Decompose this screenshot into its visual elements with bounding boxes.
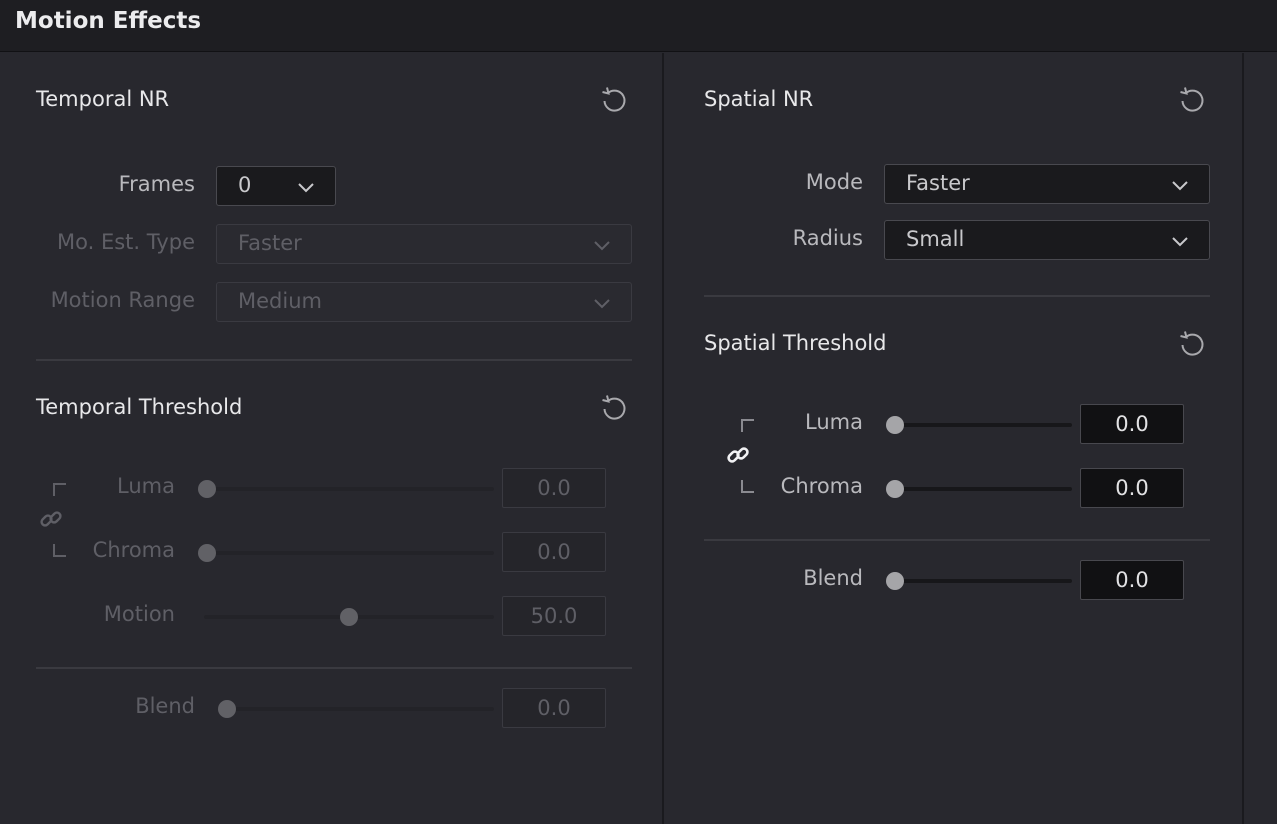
radius-label: Radius: [792, 226, 863, 250]
temporal-blend-knob[interactable]: [218, 700, 236, 718]
radius-value: Small: [906, 227, 965, 251]
temporal-chroma-label: Chroma: [92, 538, 175, 562]
motion-range-label: Motion Range: [50, 288, 195, 312]
temporal-blend-slider[interactable]: [224, 707, 494, 711]
spatial-chroma-knob[interactable]: [886, 480, 904, 498]
spatial-blend-knob[interactable]: [886, 572, 904, 590]
spatial-nr-reset-icon[interactable]: [1177, 85, 1207, 115]
frames-dropdown[interactable]: 0: [216, 166, 336, 206]
temporal-motion-knob[interactable]: [340, 608, 358, 626]
spatial-chroma-slider[interactable]: [892, 487, 1072, 491]
spatial-blend-value[interactable]: 0.0: [1080, 560, 1184, 600]
temporal-threshold-title: Temporal Threshold: [36, 395, 243, 419]
panel-header: Motion Effects: [0, 0, 1277, 52]
spatial-chroma-value[interactable]: 0.0: [1080, 468, 1184, 508]
temporal-chroma-value[interactable]: 0.0: [502, 532, 606, 572]
spatial-luma-slider[interactable]: [892, 423, 1072, 427]
link-icon[interactable]: [38, 506, 64, 532]
section-divider: [704, 539, 1210, 541]
spatial-luma-label: Luma: [805, 410, 863, 434]
temporal-motion-label: Motion: [103, 602, 175, 626]
chevron-down-icon: [594, 241, 610, 251]
temporal-nr-title: Temporal NR: [36, 87, 170, 111]
spatial-luma-value[interactable]: 0.0: [1080, 404, 1184, 444]
panel-title: Motion Effects: [15, 8, 202, 34]
motion-range-dropdown[interactable]: Medium: [216, 282, 632, 322]
column-divider-right: [1242, 53, 1244, 824]
spatial-blend-label: Blend: [803, 566, 863, 590]
spatial-luma-knob[interactable]: [886, 416, 904, 434]
spatial-nr-title: Spatial NR: [704, 87, 814, 111]
chevron-down-icon: [1172, 237, 1188, 247]
section-divider: [36, 667, 632, 669]
section-divider: [704, 295, 1210, 297]
mo-est-type-dropdown[interactable]: Faster: [216, 224, 632, 264]
temporal-chroma-slider[interactable]: [204, 551, 494, 555]
temporal-chroma-knob[interactable]: [198, 544, 216, 562]
temporal-threshold-reset-icon[interactable]: [599, 393, 629, 423]
frames-label: Frames: [118, 172, 195, 196]
spatial-threshold-title: Spatial Threshold: [704, 331, 887, 355]
spatial-chroma-label: Chroma: [780, 474, 863, 498]
radius-dropdown[interactable]: Small: [884, 220, 1210, 260]
temporal-nr-reset-icon[interactable]: [599, 85, 629, 115]
temporal-luma-knob[interactable]: [198, 480, 216, 498]
temporal-motion-value[interactable]: 50.0: [502, 596, 606, 636]
mo-est-type-value: Faster: [238, 231, 302, 255]
column-divider: [662, 53, 664, 824]
frames-value: 0: [238, 173, 252, 197]
chevron-down-icon: [298, 183, 314, 193]
mo-est-type-label: Mo. Est. Type: [57, 230, 195, 254]
mode-dropdown[interactable]: Faster: [884, 164, 1210, 204]
temporal-blend-value[interactable]: 0.0: [502, 688, 606, 728]
spatial-threshold-reset-icon[interactable]: [1177, 329, 1207, 359]
chevron-down-icon: [594, 299, 610, 309]
section-divider: [36, 359, 632, 361]
temporal-blend-label: Blend: [135, 694, 195, 718]
mode-value: Faster: [906, 171, 970, 195]
link-icon[interactable]: [725, 442, 751, 468]
temporal-luma-value[interactable]: 0.0: [502, 468, 606, 508]
spatial-blend-slider[interactable]: [892, 579, 1072, 583]
chevron-down-icon: [1172, 181, 1188, 191]
temporal-luma-label: Luma: [117, 474, 175, 498]
mode-label: Mode: [805, 170, 863, 194]
temporal-luma-slider[interactable]: [204, 487, 494, 491]
motion-range-value: Medium: [238, 289, 322, 313]
